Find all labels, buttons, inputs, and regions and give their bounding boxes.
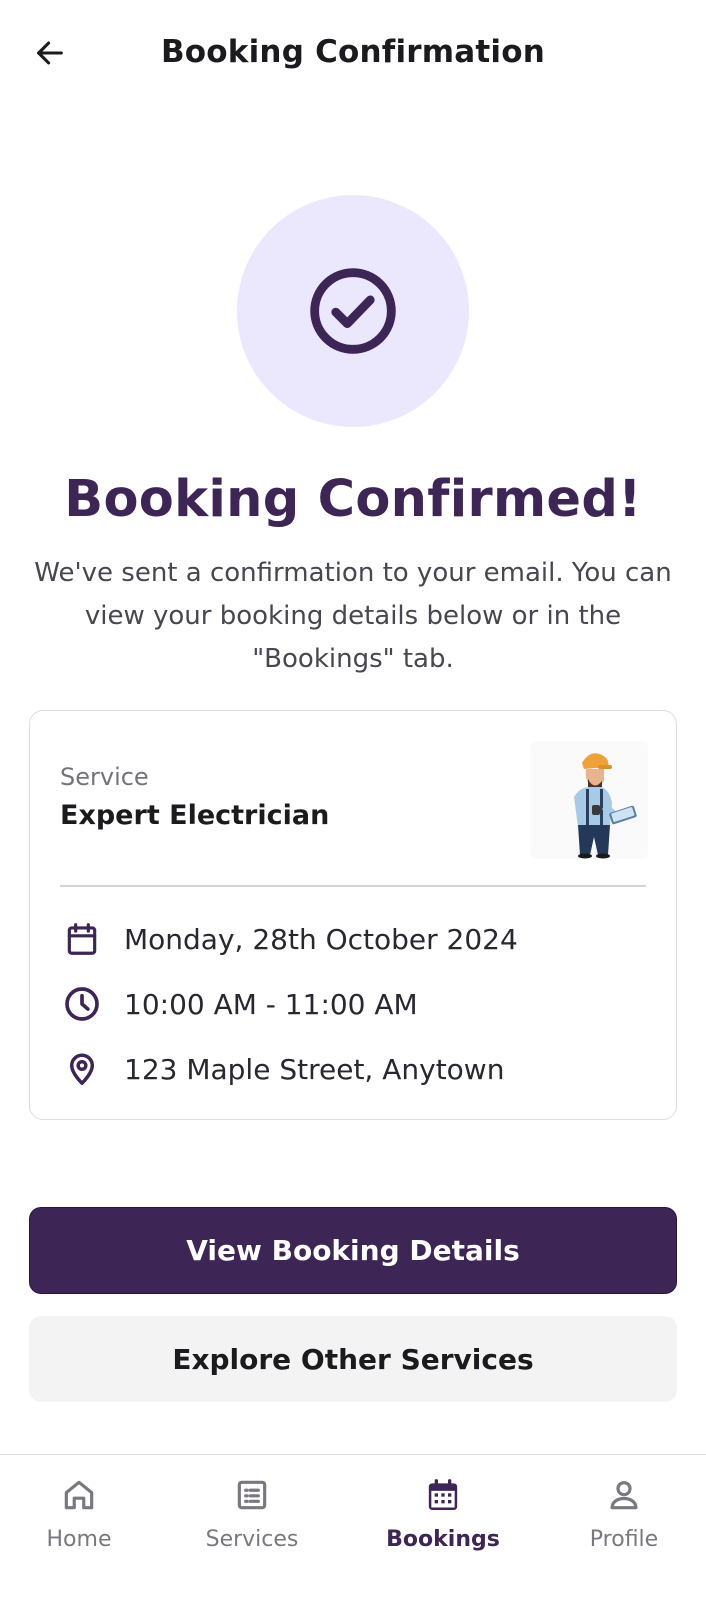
electrician-illustration bbox=[530, 741, 648, 859]
top-app-bar: Booking Confirmation bbox=[0, 0, 706, 110]
booking-location: 123 Maple Street, Anytown bbox=[124, 1052, 505, 1086]
service-label: Service bbox=[60, 763, 149, 791]
booking-location-row: 123 Maple Street, Anytown bbox=[60, 1047, 504, 1091]
view-booking-details-button[interactable]: View Booking Details bbox=[29, 1207, 677, 1294]
booking-time: 10:00 AM - 11:00 AM bbox=[124, 987, 418, 1021]
clock-icon bbox=[65, 987, 99, 1021]
nav-item-bookings[interactable]: Bookings bbox=[373, 1473, 513, 1552]
calendar-icon bbox=[428, 1479, 458, 1510]
service-name: Expert Electrician bbox=[60, 800, 330, 831]
nav-item-home[interactable]: Home bbox=[9, 1473, 149, 1552]
bottom-navigation: Home Services Bookings Profile bbox=[0, 1454, 706, 1600]
person-icon bbox=[610, 1481, 638, 1510]
booking-date: Monday, 28th October 2024 bbox=[124, 922, 518, 956]
nav-item-label: Bookings bbox=[386, 1527, 500, 1552]
nav-item-services[interactable]: Services bbox=[182, 1473, 322, 1552]
explore-other-services-button[interactable]: Explore Other Services bbox=[29, 1316, 677, 1402]
home-icon bbox=[64, 1480, 94, 1510]
booking-date-row: Monday, 28th October 2024 bbox=[60, 917, 518, 961]
location-pin-icon bbox=[69, 1053, 95, 1085]
nav-item-label: Home bbox=[46, 1527, 112, 1552]
booking-summary-card: Service Expert Electrician Monday, 28th … bbox=[29, 710, 677, 1120]
booking-time-row: 10:00 AM - 11:00 AM bbox=[60, 982, 418, 1026]
nav-item-label: Services bbox=[205, 1527, 299, 1552]
check-circle-icon bbox=[310, 268, 396, 354]
nav-item-profile[interactable]: Profile bbox=[554, 1473, 694, 1552]
list-icon bbox=[237, 1480, 267, 1510]
confirmation-message: We've sent a confirmation to your email.… bbox=[34, 558, 672, 674]
card-divider bbox=[60, 885, 646, 887]
nav-item-label: Profile bbox=[589, 1527, 659, 1552]
calendar-icon bbox=[67, 923, 97, 955]
page-title: Booking Confirmation bbox=[160, 34, 546, 70]
success-badge bbox=[237, 195, 469, 427]
confirmation-headline: Booking Confirmed! bbox=[64, 470, 642, 529]
